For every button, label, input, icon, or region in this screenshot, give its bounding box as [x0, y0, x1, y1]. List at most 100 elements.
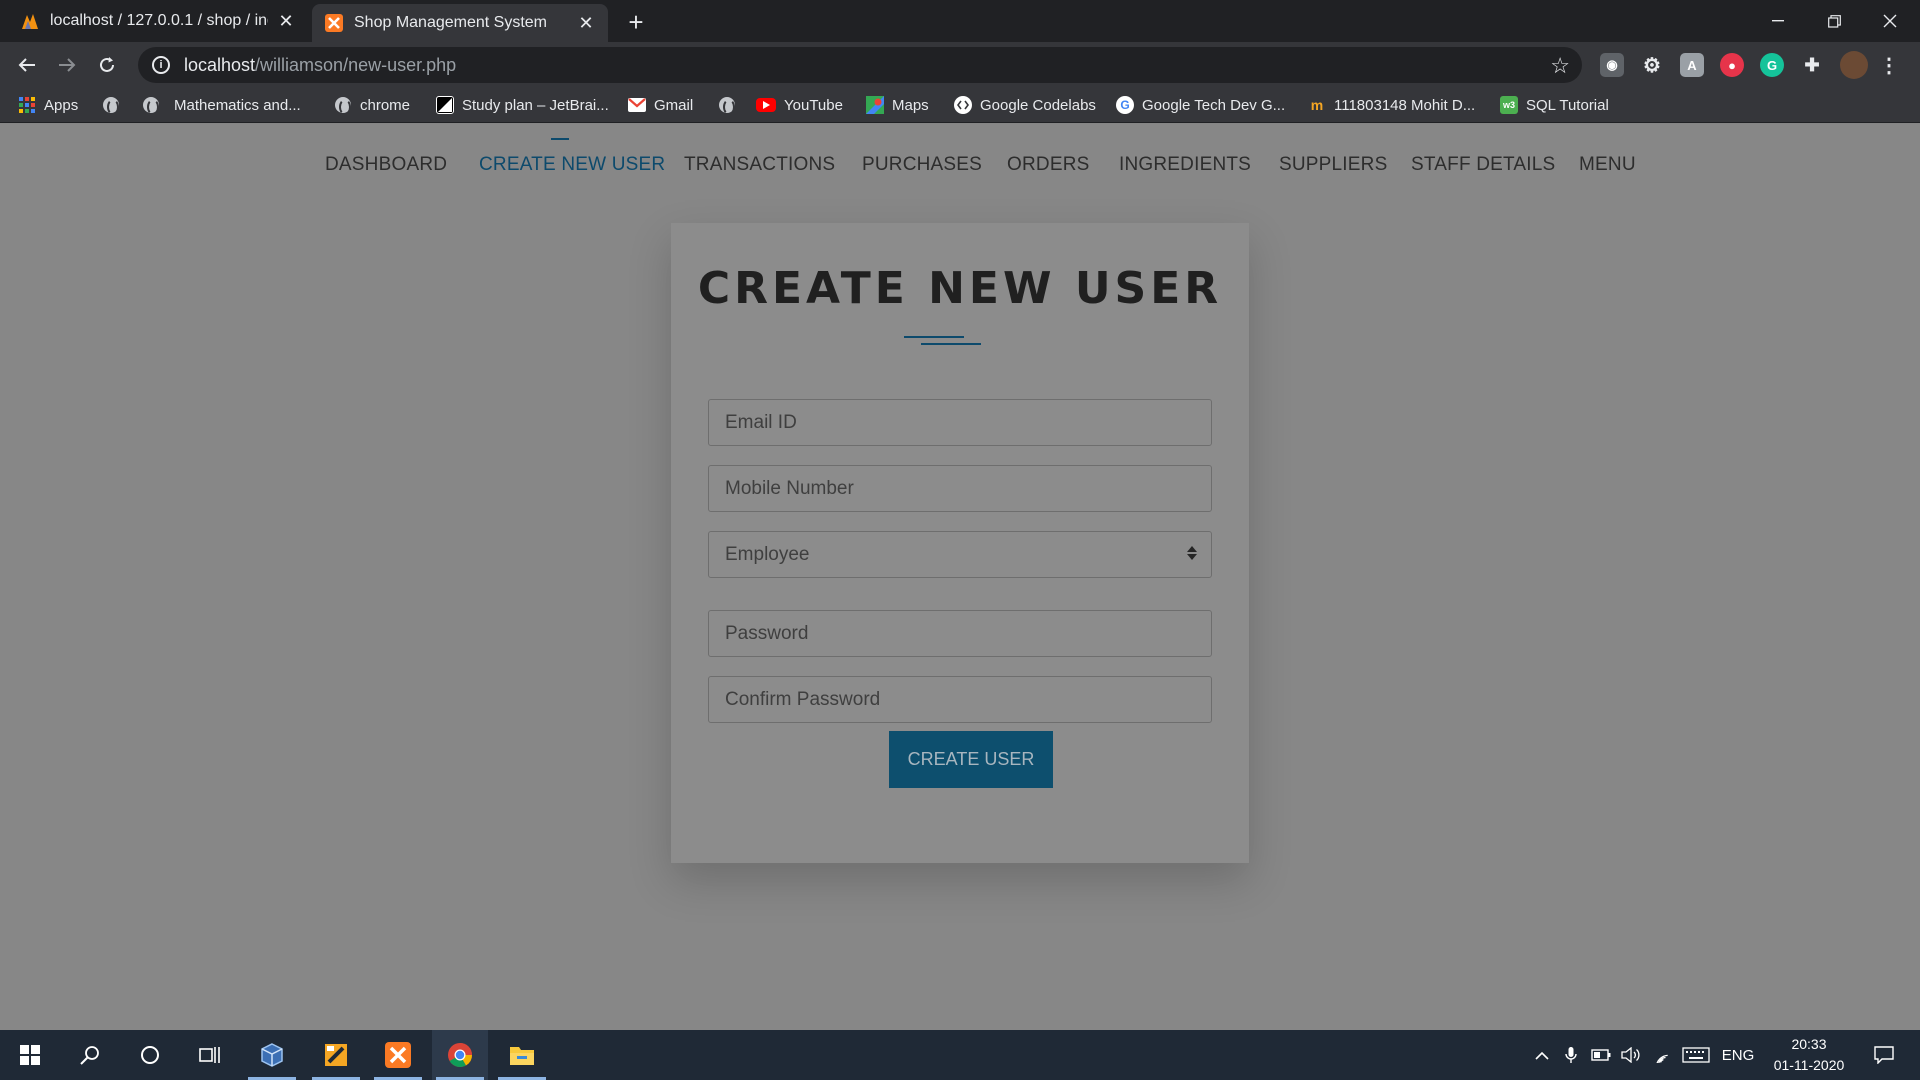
notifications-button[interactable] [1864, 1030, 1904, 1080]
info-icon[interactable]: i [152, 56, 170, 74]
role-select[interactable]: Employee [708, 531, 1212, 578]
window-close-button[interactable] [1862, 0, 1918, 42]
bookmark-globe[interactable] [102, 94, 128, 116]
keyboard-button[interactable] [1680, 1030, 1712, 1080]
notification-icon [1874, 1046, 1894, 1064]
url-path: /williamson/new-user.php [255, 54, 457, 75]
task-view-icon [199, 1047, 220, 1063]
profile-avatar[interactable] [1840, 51, 1868, 79]
nav-create-new-user[interactable]: CREATE NEW USER [479, 154, 665, 176]
keyboard-icon [1682, 1047, 1710, 1063]
translate-extension-icon[interactable]: A [1680, 53, 1704, 77]
task-view-button[interactable] [182, 1030, 238, 1080]
bookmark-label: Google Tech Dev G... [1142, 96, 1286, 114]
nav-purchases[interactable]: PURCHASES [862, 154, 982, 176]
role-selected-value: Employee [725, 543, 810, 565]
globe-icon [334, 96, 352, 115]
xampp-icon [324, 13, 344, 33]
url-host: localhost [184, 54, 256, 75]
folder-icon [510, 1047, 534, 1065]
minimize-button[interactable] [1750, 0, 1806, 42]
close-icon[interactable]: ✕ [576, 13, 596, 33]
bookmark-apps[interactable]: Apps [18, 94, 78, 116]
camera-extension-icon[interactable]: ◉ [1600, 53, 1624, 77]
confirm-password-field[interactable]: Confirm Password [708, 676, 1212, 723]
kebab-menu-icon[interactable]: ⋮ [1879, 53, 1899, 77]
nav-transactions[interactable]: TRANSACTIONS [684, 154, 835, 176]
wifi-button[interactable] [1648, 1030, 1676, 1080]
bookmarks-bar: Apps Mathematics and... chrome Study pla… [0, 88, 1920, 123]
record-extension-icon[interactable]: ● [1720, 53, 1744, 77]
bookmark-label: Maps [892, 96, 929, 114]
create-user-button[interactable]: CREATE USER [889, 731, 1053, 788]
battery-button[interactable] [1588, 1030, 1614, 1080]
start-button[interactable] [2, 1030, 58, 1080]
bookmark-chrome[interactable]: chrome [334, 94, 410, 116]
puzzle-extensions-icon[interactable]: ✚ [1800, 53, 1824, 77]
cortana-button[interactable] [122, 1030, 178, 1080]
create-user-form-card: CREATE NEW USER Email ID Mobile Number E… [671, 223, 1249, 863]
reload-button[interactable] [92, 50, 122, 80]
virtualbox-icon [261, 1043, 283, 1067]
nav-suppliers[interactable]: SUPPLIERS [1279, 154, 1387, 176]
bookmark-label: Gmail [654, 96, 694, 114]
taskbar-app-ide[interactable] [308, 1030, 364, 1080]
microphone-icon [1565, 1047, 1577, 1063]
password-field[interactable]: Password [708, 610, 1212, 657]
bookmark-globe-2[interactable] [718, 94, 744, 116]
bookmark-mathematics[interactable]: Mathematics and... [142, 94, 301, 116]
search-button[interactable] [62, 1030, 118, 1080]
show-hidden-icons-button[interactable] [1528, 1030, 1556, 1080]
speaker-icon [1621, 1047, 1640, 1063]
browser-toolbar: i localhost/williamson/new-user.php ☆ ◉ … [0, 42, 1920, 88]
search-icon [80, 1046, 99, 1065]
maps-icon [866, 96, 884, 114]
nav-ingredients[interactable]: INGREDIENTS [1119, 154, 1251, 176]
tab-phpmyadmin[interactable]: localhost / 127.0.0.1 / shop / ingr ✕ [8, 0, 308, 42]
nav-menu[interactable]: MENU [1579, 154, 1636, 176]
new-tab-button[interactable]: + [622, 7, 650, 37]
taskbar-file-explorer[interactable] [494, 1030, 550, 1080]
forward-button[interactable] [52, 50, 82, 80]
mobile-number-field[interactable]: Mobile Number [708, 465, 1212, 512]
input-language[interactable]: ENG [1716, 1030, 1760, 1080]
bookmark-star-icon[interactable]: ☆ [1550, 53, 1570, 79]
bookmark-jetbrains[interactable]: Study plan – JetBrai... [436, 94, 609, 116]
back-arrow-icon [18, 58, 35, 72]
bookmark-maps[interactable]: Maps [866, 94, 929, 116]
close-icon[interactable]: ✕ [276, 11, 296, 31]
nav-orders[interactable]: ORDERS [1007, 154, 1090, 176]
forward-arrow-icon [59, 58, 76, 72]
bookmark-google-tech-dev[interactable]: G Google Tech Dev G... [1116, 94, 1285, 116]
windows-taskbar: ENG 20:33 01-11-2020 [0, 1030, 1920, 1080]
nav-staff-details[interactable]: STAFF DETAILS [1411, 154, 1555, 176]
volume-button[interactable] [1618, 1030, 1644, 1080]
bookmark-gmail[interactable]: Gmail [628, 94, 693, 116]
taskbar-chrome[interactable] [432, 1030, 488, 1080]
clock-date: 01-11-2020 [1773, 1057, 1845, 1073]
microphone-button[interactable] [1558, 1030, 1584, 1080]
close-icon [1883, 14, 1897, 28]
globe-icon [718, 96, 736, 115]
grammarly-extension-icon[interactable]: G [1760, 53, 1784, 77]
bookmark-label: chrome [360, 96, 411, 114]
bookmark-youtube[interactable]: YouTube [756, 94, 843, 116]
back-button[interactable] [12, 50, 42, 80]
xampp-icon [385, 1042, 411, 1068]
tab-shop-management[interactable]: Shop Management System ✕ [312, 4, 608, 42]
coursera-icon: m [1310, 97, 1324, 113]
bookmark-label: SQL Tutorial [1526, 96, 1609, 114]
nav-dashboard[interactable]: DASHBOARD [325, 154, 447, 176]
bookmark-codelabs[interactable]: Google Codelabs [954, 94, 1096, 116]
address-bar[interactable]: i localhost/williamson/new-user.php ☆ [138, 47, 1582, 83]
email-field[interactable]: Email ID [708, 399, 1212, 446]
site-navigation: DASHBOARD CREATE NEW USER TRANSACTIONS P… [0, 138, 1920, 184]
minimize-icon [1772, 20, 1784, 22]
bookmark-coursera[interactable]: m 111803148 Mohit D... [1308, 94, 1475, 116]
gear-extension-icon[interactable]: ⚙ [1640, 53, 1664, 77]
taskbar-virtualbox[interactable] [244, 1030, 300, 1080]
bookmark-sql-tutorial[interactable]: w3 SQL Tutorial [1500, 94, 1609, 116]
system-clock[interactable]: 20:33 01-11-2020 [1762, 1034, 1856, 1076]
restore-button[interactable] [1806, 0, 1862, 42]
taskbar-xampp[interactable] [370, 1030, 426, 1080]
